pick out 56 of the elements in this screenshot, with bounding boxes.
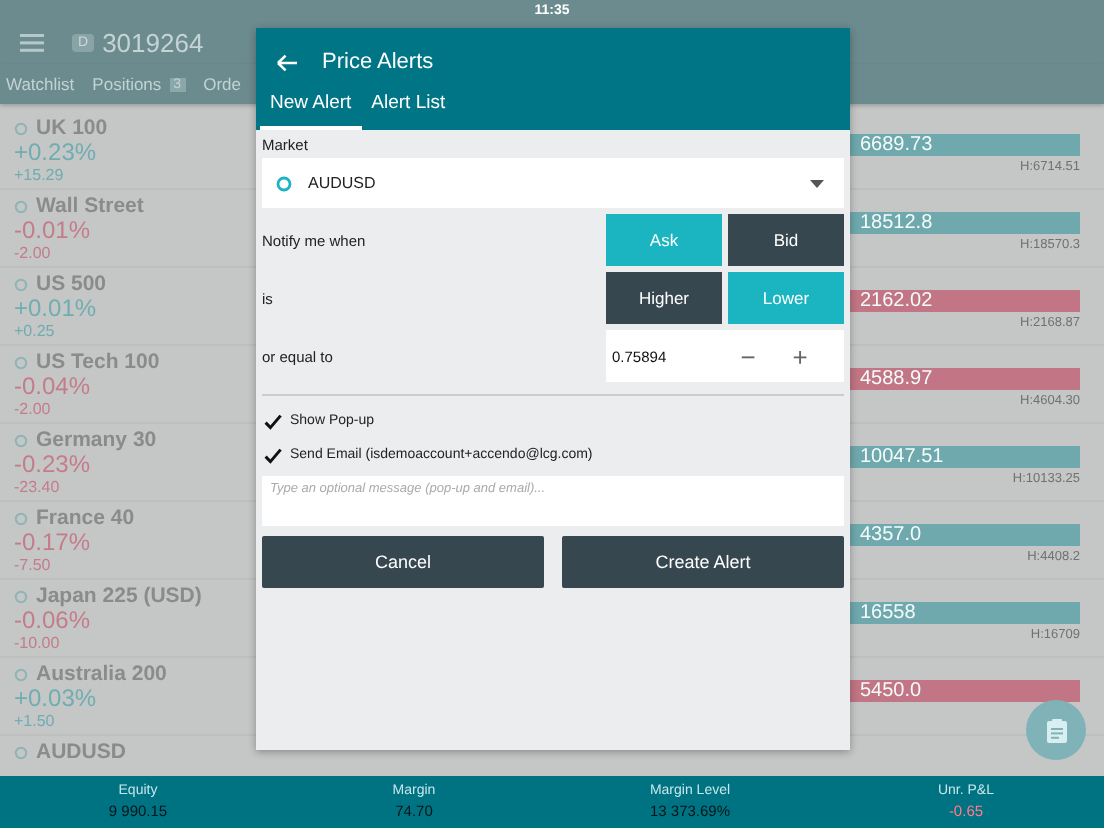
market-ring-icon (276, 175, 292, 191)
market-dropdown[interactable]: AUDUSD (262, 158, 844, 208)
status-ring-icon (14, 511, 28, 525)
clipboard-icon (1045, 717, 1067, 743)
change-points: +1.50 (14, 712, 57, 730)
change-percent: -0.06% (14, 608, 91, 634)
instrument-name[interactable]: AUDUSD (36, 740, 126, 764)
change-percent: -0.17% (14, 530, 93, 556)
instrument-name[interactable]: US Tech 100 (36, 350, 160, 374)
nav-tab[interactable]: Watchlist (6, 74, 75, 94)
instrument-name[interactable]: UK 100 (36, 116, 108, 140)
change-points: -2.00 (14, 244, 53, 262)
status-ring-icon (14, 199, 28, 213)
create-alert-button[interactable]: Create Alert (562, 536, 844, 588)
nav-tab[interactable]: Orde (203, 74, 241, 94)
dialog-title: Price Alerts (322, 50, 434, 74)
instrument-name[interactable]: Japan 225 (USD) (36, 584, 202, 608)
instrument-name[interactable]: Australia 200 (36, 662, 167, 686)
decrement-button[interactable]: − (722, 341, 774, 371)
dialog-tab[interactable]: Alert List (361, 84, 456, 130)
cancel-button[interactable]: Cancel (262, 536, 544, 588)
status-ring-icon (14, 433, 28, 447)
change-percent: +0.23% (14, 140, 99, 166)
account-number[interactable]: 3019264 (102, 28, 204, 58)
instrument-name[interactable]: Wall Street (36, 194, 144, 218)
change-points: +15.29 (14, 166, 66, 184)
instrument-name[interactable]: France 40 (36, 506, 135, 530)
back-arrow-icon[interactable] (276, 53, 298, 71)
checkbox[interactable] (262, 411, 282, 431)
option-button[interactable]: Lower (728, 272, 844, 324)
status-ring-icon (14, 121, 28, 135)
option-button[interactable]: Higher (606, 272, 722, 324)
change-points: -23.40 (14, 478, 62, 496)
status-ring-icon (14, 355, 28, 369)
option-button[interactable]: Bid (728, 214, 844, 266)
change-points: -10.00 (14, 634, 62, 652)
change-points: -7.50 (14, 556, 53, 574)
status-ring-icon (14, 667, 28, 681)
change-percent: +0.01% (14, 296, 99, 322)
status-ring-icon (14, 589, 28, 603)
dialog-tab[interactable]: New Alert (260, 84, 362, 130)
caret-icon (810, 179, 824, 187)
change-points: +0.25 (14, 322, 57, 340)
option-button[interactable]: Ask (606, 214, 722, 266)
status-ring-icon (14, 277, 28, 291)
change-points: -2.00 (14, 400, 53, 418)
change-percent: -0.04% (14, 374, 93, 400)
instrument-name[interactable]: US 500 (36, 272, 107, 296)
status-ring-icon (14, 745, 28, 759)
change-percent: +0.03% (14, 686, 99, 712)
change-percent: -0.01% (14, 218, 93, 244)
notes-fab[interactable] (1026, 700, 1086, 760)
instrument-name[interactable]: Germany 30 (36, 428, 157, 452)
checkbox[interactable] (262, 445, 282, 465)
increment-button[interactable]: + (774, 341, 826, 371)
change-percent: -0.23% (14, 452, 91, 478)
